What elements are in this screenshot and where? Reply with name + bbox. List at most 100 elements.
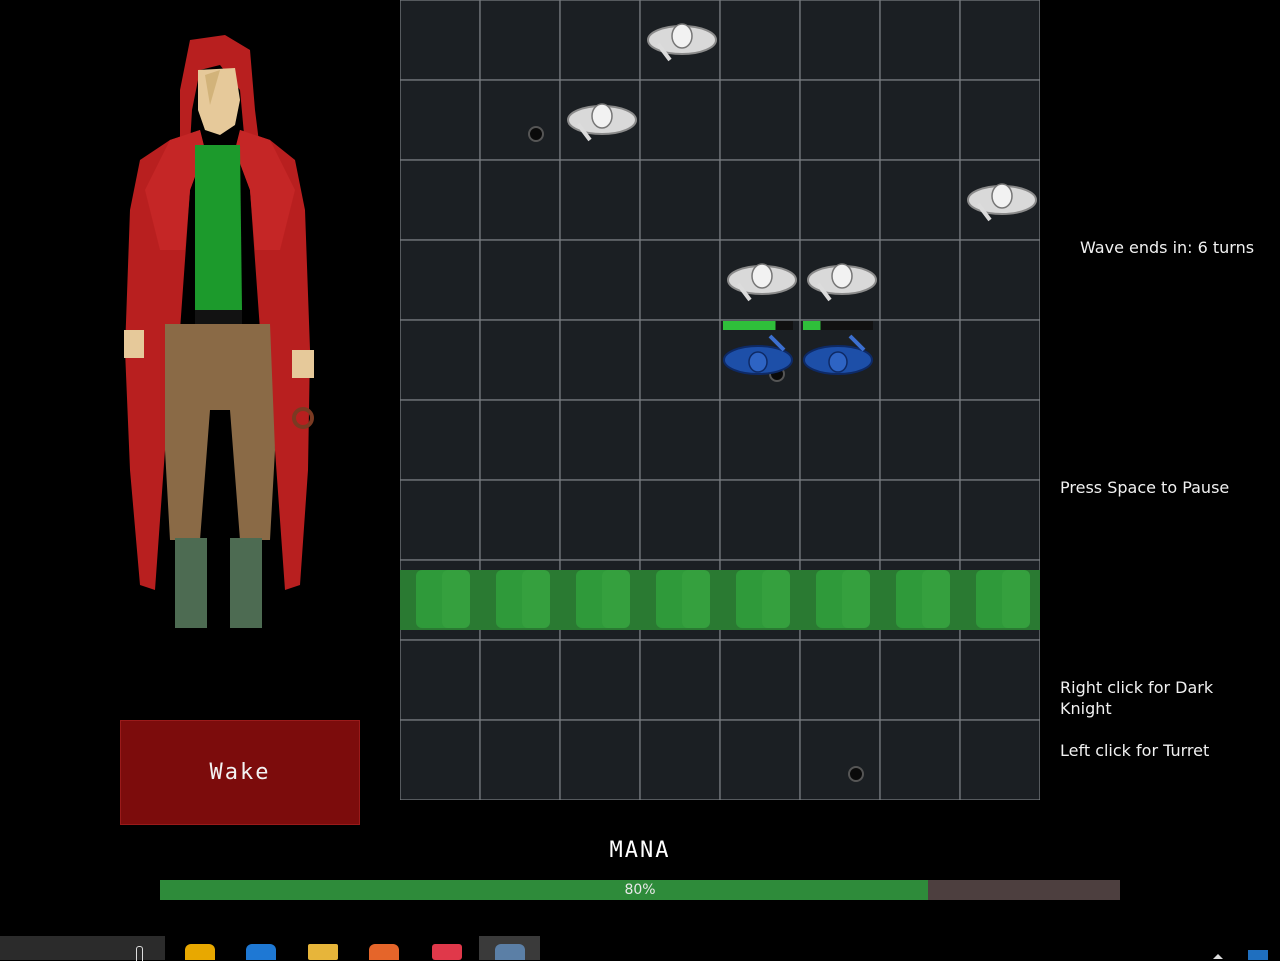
board-cell[interactable] xyxy=(400,719,481,800)
wake-button-label: Wake xyxy=(209,760,271,785)
board-cell[interactable] xyxy=(719,639,801,721)
enemy-head-icon xyxy=(831,263,853,289)
board-cell[interactable] xyxy=(559,319,641,401)
board-cell[interactable] xyxy=(479,719,561,800)
barrier-segment xyxy=(442,570,470,628)
board-cell[interactable] xyxy=(400,159,481,241)
barrier-segment xyxy=(1002,570,1030,628)
board-cell[interactable] xyxy=(799,399,881,481)
board-cell[interactable] xyxy=(959,639,1040,721)
board-cell[interactable] xyxy=(879,319,961,401)
hole-icon xyxy=(528,126,544,142)
enemy-head-icon xyxy=(991,183,1013,209)
board-cell[interactable] xyxy=(879,719,961,800)
board-cell[interactable] xyxy=(799,719,881,800)
edge-browser-icon[interactable] xyxy=(246,944,276,960)
board-cell[interactable] xyxy=(719,159,801,241)
warning-app-icon[interactable] xyxy=(185,944,215,960)
enemy-head-icon xyxy=(751,263,773,289)
board-cell[interactable] xyxy=(719,0,801,81)
dark-knight-head-icon xyxy=(748,351,768,373)
right-click-hint: Right click for Dark Knight xyxy=(1060,678,1214,718)
board-cell[interactable] xyxy=(479,399,561,481)
board-cell[interactable] xyxy=(799,0,881,81)
board-cell[interactable] xyxy=(639,319,721,401)
board-cell[interactable] xyxy=(479,479,561,561)
board-cell[interactable] xyxy=(879,639,961,721)
red-app-icon[interactable] xyxy=(432,944,462,960)
board-cell[interactable] xyxy=(479,239,561,321)
board-cell[interactable] xyxy=(479,319,561,401)
board-cell[interactable] xyxy=(799,159,881,241)
board-cell[interactable] xyxy=(879,239,961,321)
board-cell[interactable] xyxy=(639,79,721,161)
board-cell[interactable] xyxy=(559,719,641,800)
board-cell[interactable] xyxy=(719,719,801,800)
board-cell[interactable] xyxy=(879,479,961,561)
enemy-head-icon xyxy=(591,103,613,129)
board-cell[interactable] xyxy=(479,79,561,161)
board-cell[interactable] xyxy=(559,639,641,721)
mana-label: MANA xyxy=(609,838,671,863)
board-cell[interactable] xyxy=(959,719,1040,800)
board-cell[interactable] xyxy=(559,0,641,81)
board-cell[interactable] xyxy=(639,639,721,721)
notification-icon[interactable] xyxy=(1248,950,1268,960)
tray-chevron-up-icon[interactable] xyxy=(1213,954,1223,959)
board-cell[interactable] xyxy=(559,159,641,241)
board-cell[interactable] xyxy=(719,79,801,161)
ally-health-fill xyxy=(723,321,776,330)
board-cell[interactable] xyxy=(799,639,881,721)
board-cell[interactable] xyxy=(479,639,561,721)
board-cell[interactable] xyxy=(559,239,641,321)
board-cell[interactable] xyxy=(959,479,1040,561)
board-cell[interactable] xyxy=(400,319,481,401)
barrier-segment xyxy=(922,570,950,628)
settings-gear-icon[interactable] xyxy=(495,944,525,960)
board-grid[interactable] xyxy=(400,0,1040,800)
wave-counter: Wave ends in: 6 turns xyxy=(1080,238,1255,257)
board-cell[interactable] xyxy=(959,0,1040,81)
barrier-segment xyxy=(842,570,870,628)
board-cell[interactable] xyxy=(719,399,801,481)
board-cell[interactable] xyxy=(559,399,641,481)
board-cell[interactable] xyxy=(959,319,1040,401)
board-cell[interactable] xyxy=(639,479,721,561)
character-portrait xyxy=(110,30,330,640)
board-cell[interactable] xyxy=(400,239,481,321)
microphone-icon[interactable] xyxy=(136,946,143,961)
firefox-icon[interactable] xyxy=(369,944,399,960)
file-explorer-icon[interactable] xyxy=(308,944,338,960)
hooded-woman-icon xyxy=(124,35,314,628)
board-cell[interactable] xyxy=(479,0,561,81)
board-cell[interactable] xyxy=(400,79,481,161)
barrier-segment xyxy=(682,570,710,628)
taskbar xyxy=(0,936,1280,961)
board-cell[interactable] xyxy=(879,399,961,481)
board-cell[interactable] xyxy=(400,0,481,81)
board-cell[interactable] xyxy=(400,479,481,561)
taskbar-search-box[interactable] xyxy=(0,936,165,961)
board-cell[interactable] xyxy=(639,239,721,321)
barrier-segment xyxy=(522,570,550,628)
board-cell[interactable] xyxy=(959,239,1040,321)
board-cell[interactable] xyxy=(799,479,881,561)
board-cell[interactable] xyxy=(879,0,961,81)
board-cell[interactable] xyxy=(639,399,721,481)
board-cell[interactable] xyxy=(879,79,961,161)
board-cell[interactable] xyxy=(400,639,481,721)
game-board[interactable] xyxy=(400,0,1040,800)
board-cell[interactable] xyxy=(879,159,961,241)
left-click-hint: Left click for Turret xyxy=(1060,741,1210,760)
board-cell[interactable] xyxy=(959,399,1040,481)
board-cell[interactable] xyxy=(799,79,881,161)
board-cell[interactable] xyxy=(479,159,561,241)
board-cell[interactable] xyxy=(400,399,481,481)
wake-button[interactable]: Wake xyxy=(120,720,360,825)
board-cell[interactable] xyxy=(639,719,721,800)
board-cell[interactable] xyxy=(719,479,801,561)
dark-knight-head-icon xyxy=(828,351,848,373)
board-cell[interactable] xyxy=(639,159,721,241)
board-cell[interactable] xyxy=(959,79,1040,161)
board-cell[interactable] xyxy=(559,479,641,561)
